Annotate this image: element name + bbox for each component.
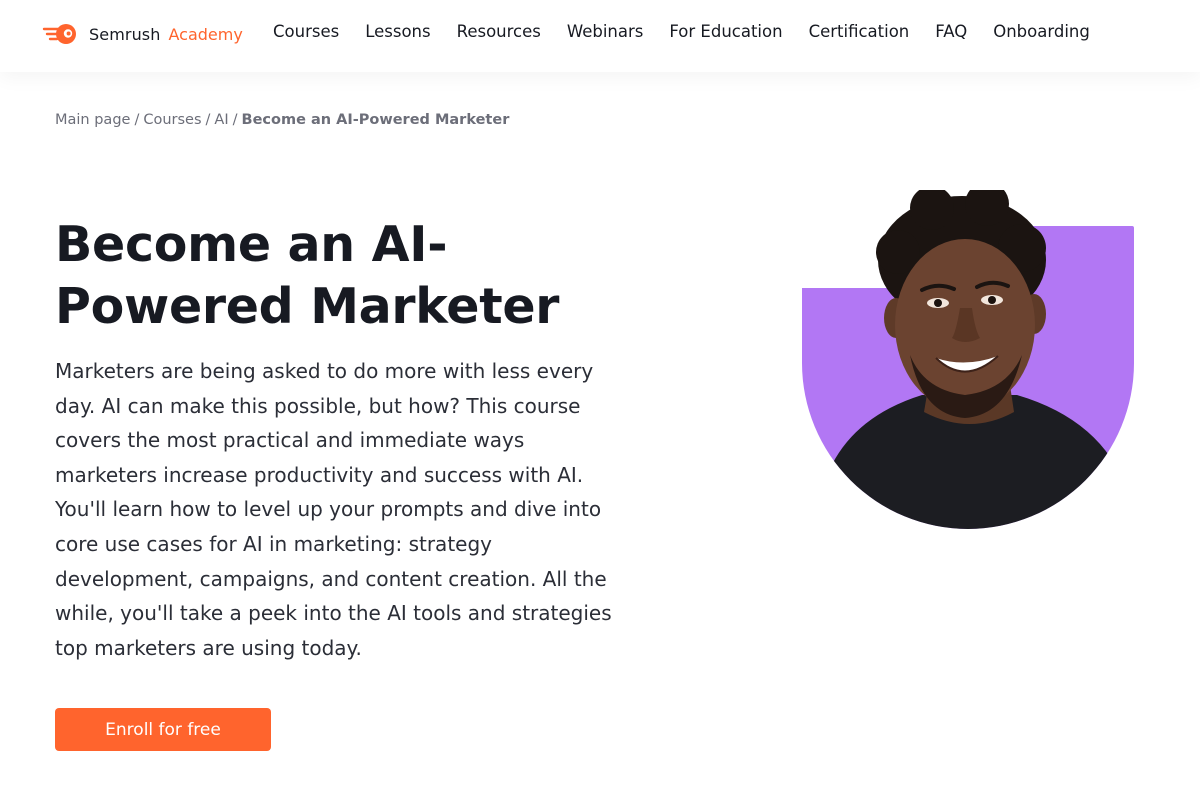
instructor-portrait [802, 190, 1134, 529]
site-header: Semrush Academy Courses Lessons Resource… [0, 0, 1200, 72]
breadcrumb-courses[interactable]: Courses [143, 112, 201, 128]
semrush-fire-icon [42, 24, 76, 44]
nav-lessons[interactable]: Lessons [365, 22, 430, 41]
nav-resources[interactable]: Resources [457, 22, 541, 41]
breadcrumb-separator: / [134, 112, 140, 128]
nav-for-education[interactable]: For Education [669, 22, 782, 41]
nav-certification[interactable]: Certification [809, 22, 910, 41]
breadcrumb-main-page[interactable]: Main page [55, 112, 130, 128]
breadcrumb-current: Become an AI-Powered Marketer [241, 112, 510, 128]
brand-name: Semrush [89, 24, 161, 44]
nav-faq[interactable]: FAQ [935, 22, 967, 41]
main-nav: Courses Lessons Resources Webinars For E… [273, 22, 1116, 41]
breadcrumb-ai[interactable]: AI [214, 112, 228, 128]
nav-courses[interactable]: Courses [273, 22, 339, 41]
breadcrumb-separator: / [232, 112, 238, 128]
semrush-academy-logo[interactable]: Semrush Academy [42, 22, 243, 46]
nav-onboarding[interactable]: Onboarding [993, 22, 1090, 41]
page-title: Become an AI-Powered Marketer [55, 216, 560, 335]
enroll-button[interactable]: Enroll for free [55, 708, 271, 751]
course-description: Marketers are being asked to do more wit… [55, 359, 612, 660]
brand-suffix: Academy [168, 24, 243, 44]
nav-webinars[interactable]: Webinars [567, 22, 644, 41]
breadcrumb-separator: / [205, 112, 211, 128]
breadcrumb: Main page / Courses / AI / Become an AI-Powere… [55, 112, 509, 128]
